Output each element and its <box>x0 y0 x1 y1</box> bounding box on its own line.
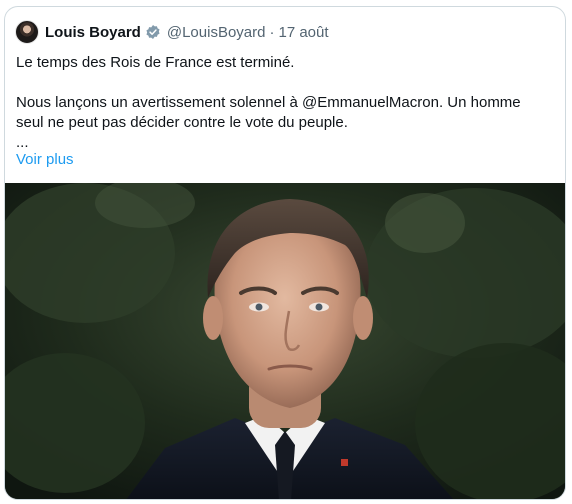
tweet-date[interactable]: 17 août <box>278 24 328 41</box>
tweet-header: Louis Boyard @LouisBoyard · 17 août <box>15 17 329 47</box>
author-handle[interactable]: @LouisBoyard <box>167 24 266 41</box>
tweet-text-line-2-prefix: Nous lançons un avertissement solennel à <box>16 94 302 111</box>
show-more-link[interactable]: Voir plus <box>16 150 74 170</box>
portrait-photo <box>5 183 565 499</box>
tweet-text-line-2-suffix: . Un homme <box>438 94 521 111</box>
tweet-text-ellipsis: ... <box>16 134 29 151</box>
verified-badge-icon <box>146 25 160 39</box>
author-name[interactable]: Louis Boyard <box>45 24 141 41</box>
avatar[interactable] <box>15 20 39 44</box>
mention-link[interactable]: @EmmanuelMacron <box>302 94 439 111</box>
tweet-media-image[interactable] <box>5 183 565 499</box>
tweet-text: Le temps des Rois de France est terminé.… <box>16 53 556 153</box>
tweet-text-line-3: seul ne peut pas décider contre le vote … <box>16 114 348 131</box>
tweet-text-line-2: Nous lançons un avertissement solennel à… <box>16 93 556 113</box>
tweet-card[interactable]: Louis Boyard @LouisBoyard · 17 août Le t… <box>4 6 566 500</box>
header-separator: · <box>269 23 275 41</box>
tweet-text-line-1: Le temps des Rois de France est terminé. <box>16 54 295 71</box>
